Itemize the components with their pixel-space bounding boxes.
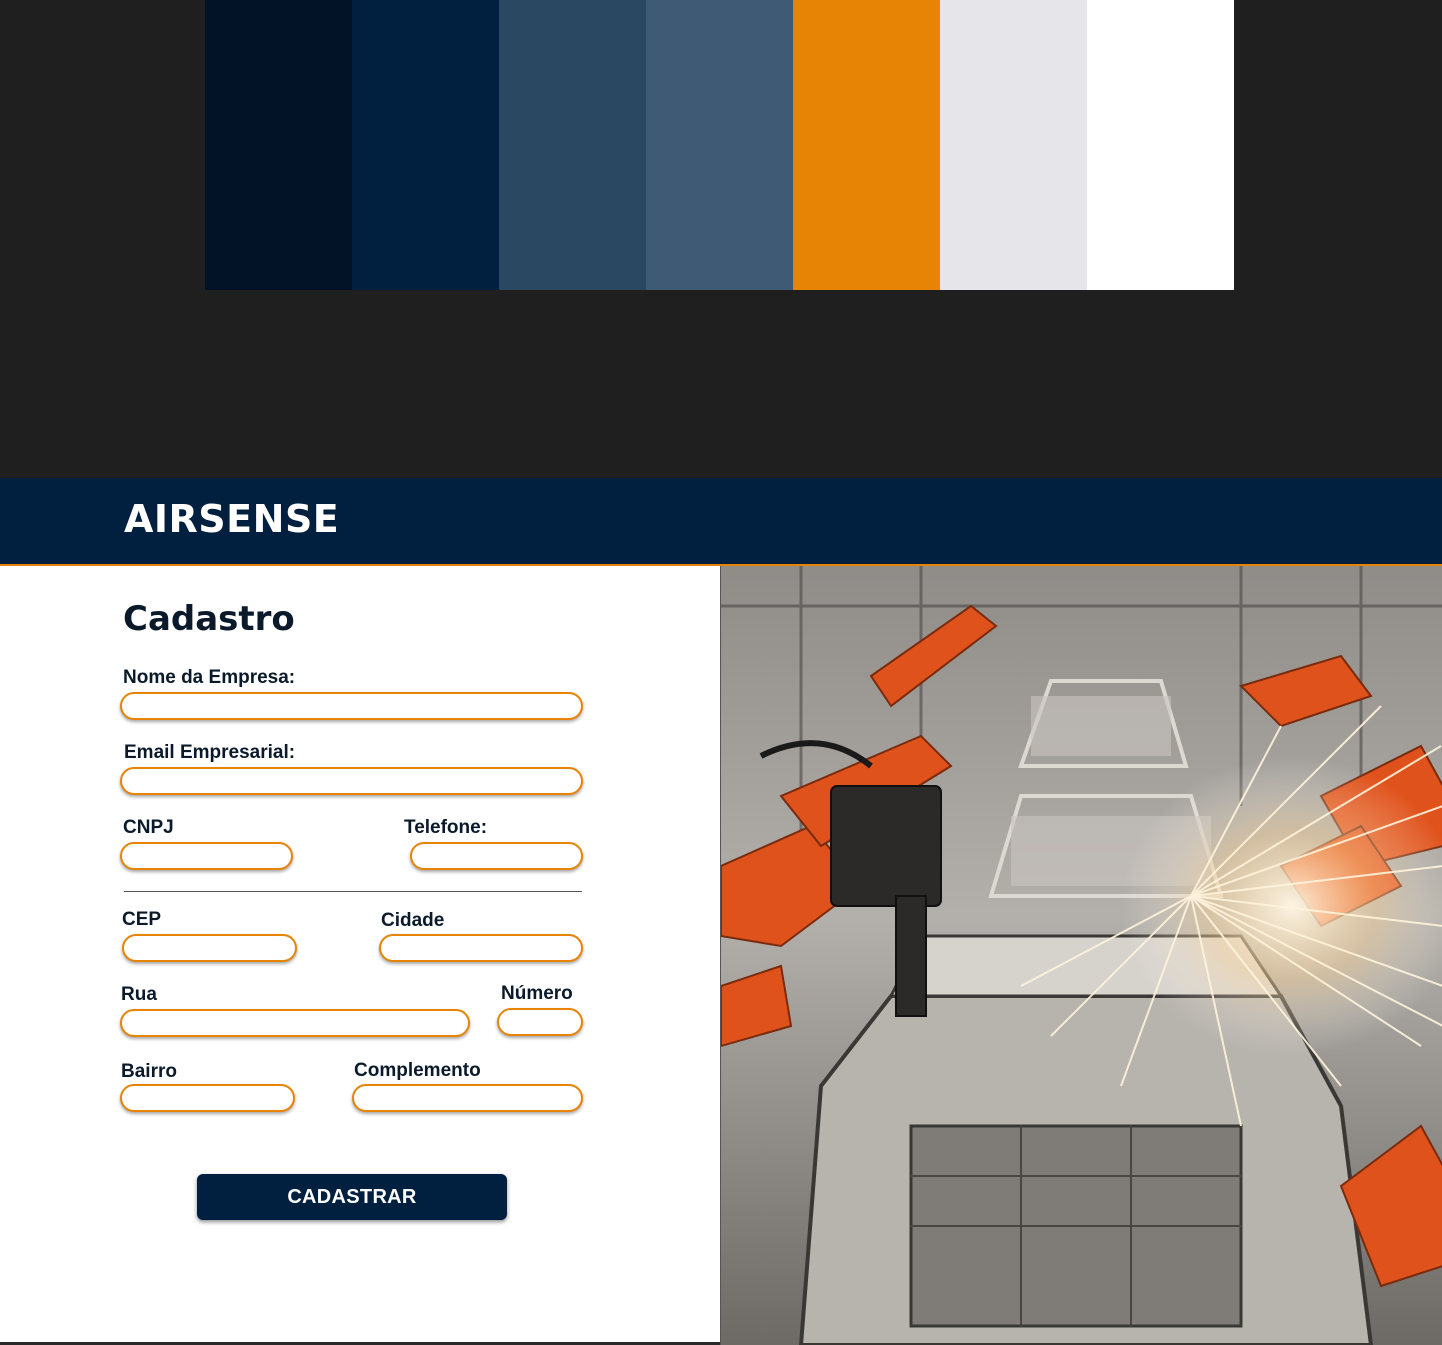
number-input[interactable] xyxy=(497,1008,583,1036)
company-name-input[interactable] xyxy=(120,692,583,720)
register-button[interactable]: CADASTRAR xyxy=(197,1174,507,1220)
cep-input[interactable] xyxy=(122,934,297,962)
email-input[interactable] xyxy=(120,767,583,795)
form-title: Cadastro xyxy=(123,599,295,639)
palette-swatch xyxy=(646,0,793,290)
color-palette xyxy=(205,0,1234,290)
district-label: Bairro xyxy=(121,1061,177,1082)
street-label: Rua xyxy=(121,984,157,1005)
palette-swatch xyxy=(352,0,499,290)
number-label: Número xyxy=(501,983,573,1004)
palette-swatch xyxy=(499,0,646,290)
factory-photo xyxy=(720,566,1442,1345)
cnpj-label: CNPJ xyxy=(123,817,174,838)
app-header: AIRSENSE xyxy=(0,478,1442,566)
cep-label: CEP xyxy=(122,909,162,930)
phone-input[interactable] xyxy=(410,842,583,870)
city-label: Cidade xyxy=(381,910,445,931)
palette-swatch xyxy=(205,0,352,290)
palette-swatch xyxy=(1087,0,1234,290)
district-input[interactable] xyxy=(120,1084,295,1112)
complement-input[interactable] xyxy=(352,1084,583,1112)
brand-logo[interactable]: AIRSENSE xyxy=(124,500,339,538)
palette-swatch xyxy=(793,0,940,290)
company-name-label: Nome da Empresa: xyxy=(123,667,296,688)
page: AIRSENSE Cadastro Nome da Empresa: Email… xyxy=(0,0,1442,1345)
cnpj-input[interactable] xyxy=(120,842,293,870)
email-label: Email Empresarial: xyxy=(124,742,296,763)
form-divider xyxy=(124,891,582,892)
street-input[interactable] xyxy=(120,1009,470,1037)
phone-label: Telefone: xyxy=(404,817,488,838)
complement-label: Complemento xyxy=(354,1060,481,1081)
palette-swatch xyxy=(940,0,1087,290)
registration-form: Cadastro Nome da Empresa: Email Empresar… xyxy=(0,566,720,1345)
city-input[interactable] xyxy=(379,934,583,962)
